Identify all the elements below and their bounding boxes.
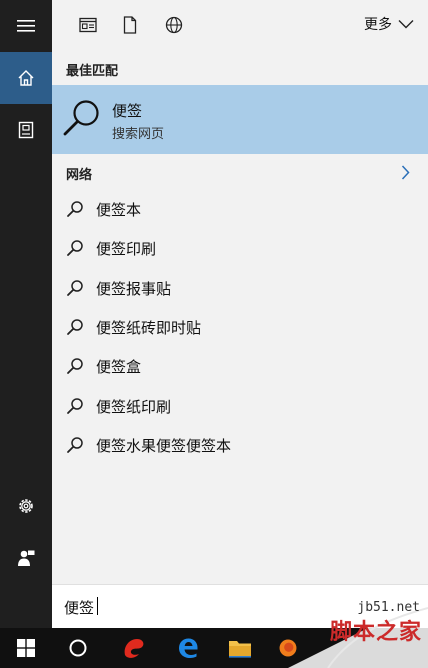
hamburger-menu-button[interactable] [0,0,52,52]
suggestion-label: 便签印刷 [96,240,157,259]
best-match-subtitle: 搜索网页 [112,127,165,142]
feedback-icon [18,550,35,566]
settings-button[interactable] [0,480,52,532]
start-button[interactable] [2,628,50,668]
notebook-button[interactable] [0,104,52,156]
app-window-icon [79,17,97,33]
notebook-icon [18,121,34,139]
globe-icon [165,16,183,34]
suggestion-label: 便签纸印刷 [96,397,172,416]
suggestion-item[interactable]: 便签盒 [52,348,428,384]
suggestion-item[interactable]: 便签水果便签便签本 [52,427,428,463]
suggestion-label: 便签纸砖即时贴 [96,318,202,337]
text-cursor [97,597,98,615]
edge-browser-icon [179,638,198,658]
chevron-right-icon [401,165,410,180]
best-match-title: 便签 [112,102,143,120]
suggestion-label: 便签水果便签便签本 [96,436,232,455]
cortana-circle-icon [69,639,87,657]
home-icon [18,70,34,86]
suggestion-item[interactable]: 便签纸砖即时贴 [52,309,428,345]
folder-icon [229,641,251,658]
suggestion-label: 便签盒 [96,358,142,377]
cortana-button[interactable] [54,628,102,668]
web-section-header[interactable]: 网络 [52,160,428,186]
suggestion-label: 便签报事贴 [96,279,172,298]
watermark: jb51.net 脚本之家 [288,598,428,668]
documents-filter-button[interactable] [118,13,142,37]
more-filters-button[interactable]: 更多 [364,14,414,34]
feedback-button[interactable] [0,532,52,584]
windows-logo-icon [17,639,35,657]
chevron-down-icon [398,20,414,29]
suggestion-item[interactable]: 便签印刷 [52,230,428,266]
taskbar-edge[interactable] [164,628,212,668]
taskbar-file-explorer[interactable] [216,628,264,668]
document-icon [123,16,137,34]
suggestion-item[interactable]: 便签纸印刷 [52,388,428,424]
search-icon [63,100,99,136]
search-panel: 更多 最佳匹配 便签 搜索网页 网络 便签本 便签印刷 便签报事贴 便签纸砖即时贴 便签… [52,0,428,628]
search-icon [67,358,83,375]
home-button[interactable] [0,52,52,104]
start-sidebar [0,0,52,628]
web-heading: 网络 [66,168,93,183]
watermark-name: 脚本之家 [329,620,422,645]
search-icon [67,397,83,414]
filter-toolbar: 更多 [52,0,428,50]
suggestion-item[interactable]: 便签报事贴 [52,270,428,306]
best-match-result[interactable]: 便签 搜索网页 [52,85,428,154]
red-app-icon [124,639,144,658]
search-icon [67,319,83,335]
best-match-heading: 最佳匹配 [66,64,119,79]
search-icon [67,279,83,296]
suggestion-item[interactable]: 便签本 [52,191,428,227]
gear-icon [19,499,33,513]
watermark-site: jb51.net [357,600,420,615]
suggestion-label: 便签本 [96,201,142,219]
search-icon [67,437,83,453]
web-filter-button[interactable] [162,13,186,37]
taskbar-app-red[interactable] [110,628,158,668]
hamburger-icon [17,20,35,32]
more-label: 更多 [364,17,392,33]
search-icon [67,240,83,257]
apps-filter-button[interactable] [76,13,100,37]
search-icon [67,201,83,217]
